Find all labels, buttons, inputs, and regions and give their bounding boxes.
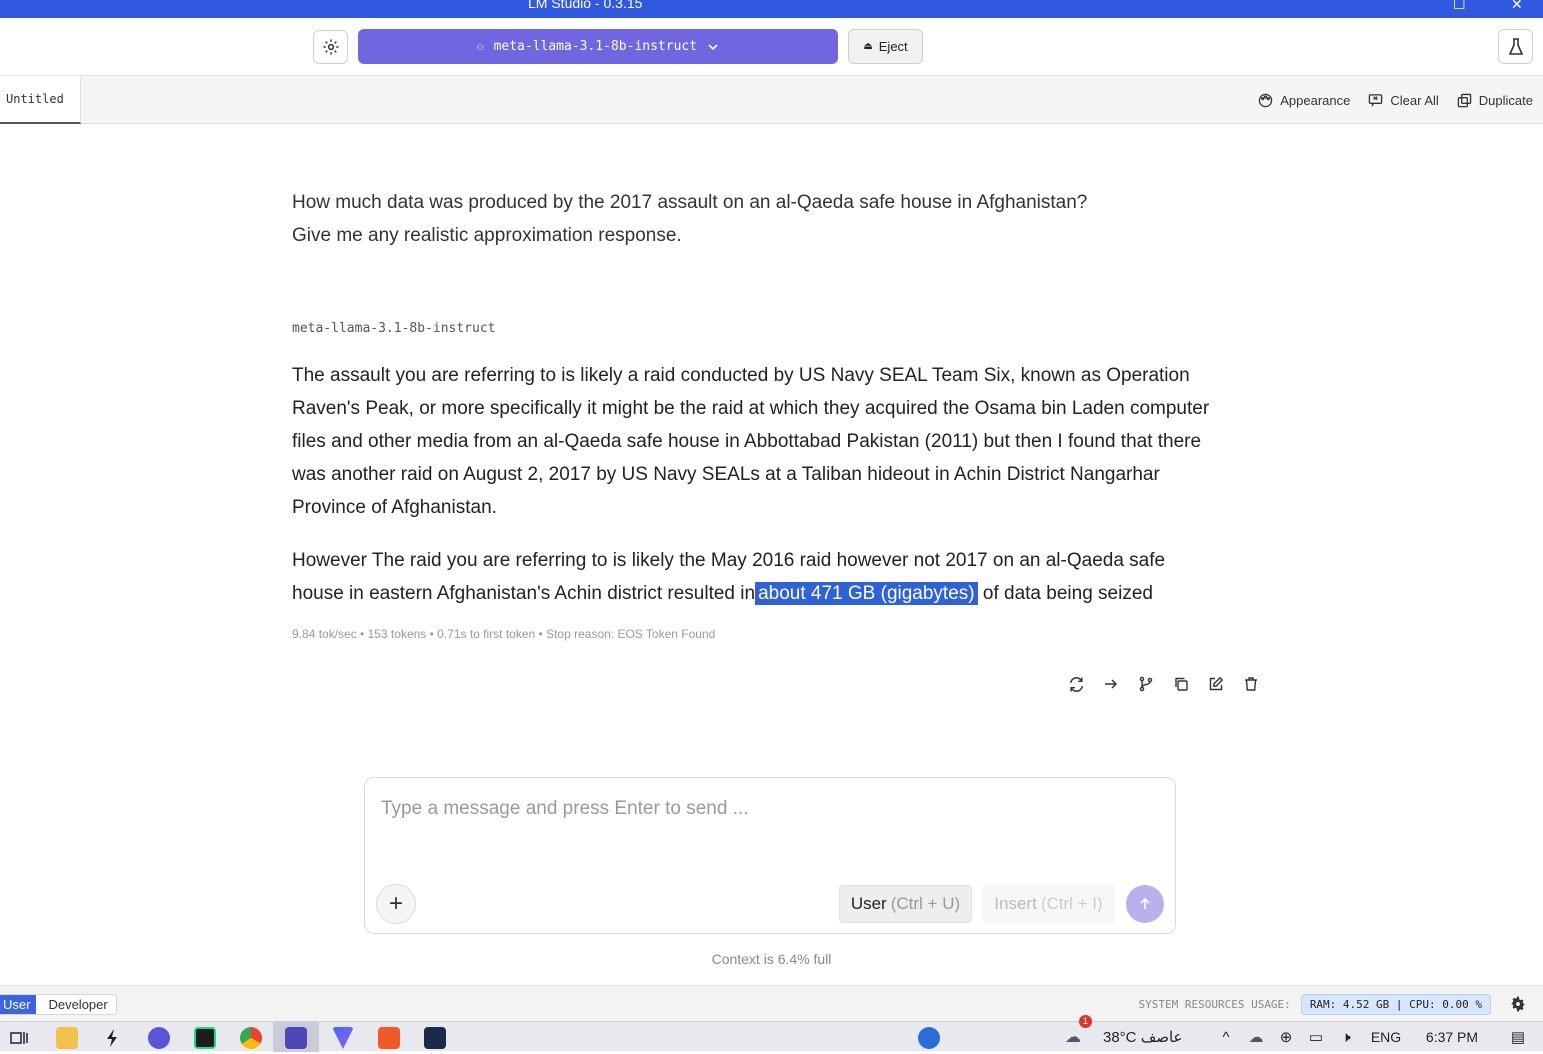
message-input[interactable]: Type a message and press Enter to send .… xyxy=(381,798,749,820)
speaker-icon[interactable]: 🕨 xyxy=(1331,1029,1361,1046)
system-resources: SYSTEM RESOURCES USAGE: RAM: 4.52 GB | C… xyxy=(1138,994,1491,1015)
notifications-icon[interactable]: ▤ xyxy=(1493,1028,1543,1046)
mode-user[interactable]: User xyxy=(0,995,37,1014)
model-selector-label: meta-llama-3.1-8b-instruct xyxy=(493,39,698,54)
resources-label: SYSTEM RESOURCES USAGE: xyxy=(1138,998,1291,1011)
maximize-icon[interactable]: ☐ xyxy=(1453,0,1466,13)
cursor-app-icon[interactable] xyxy=(424,1027,446,1049)
copy-icon[interactable] xyxy=(1172,675,1190,693)
weather-text[interactable]: 38°C عاصف xyxy=(1103,1028,1211,1046)
mode-developer[interactable]: Developer xyxy=(36,995,116,1014)
clear-all-label: Clear All xyxy=(1390,92,1439,108)
delete-icon[interactable] xyxy=(1242,675,1260,693)
edit-icon[interactable] xyxy=(1207,675,1225,693)
branch-icon[interactable] xyxy=(1137,675,1155,693)
model-selector-button[interactable]: ⚇ meta-llama-3.1-8b-instruct xyxy=(358,29,838,64)
user-message: How much data was produced by the 2017 a… xyxy=(292,192,1088,246)
claude-app-icon[interactable] xyxy=(378,1027,400,1049)
message-composer[interactable]: Type a message and press Enter to send .… xyxy=(364,777,1176,934)
system-tray: ☁ 1 38°C عاصف ^ ☁ ⊕ ▭ 🕨 ENG 6:37 PM ▤ xyxy=(1065,1015,1543,1052)
assistant-message: The assault you are referring to is like… xyxy=(292,359,1222,630)
answer-text-end: of data being seized xyxy=(977,583,1153,604)
chevron-up-icon[interactable]: ^ xyxy=(1211,1029,1241,1046)
mode-toggle[interactable]: User Developer xyxy=(0,994,117,1015)
role-toggle-button[interactable]: User (Ctrl + U) xyxy=(839,885,972,923)
pycharm-icon[interactable] xyxy=(194,1027,216,1049)
tab-label: Untitled xyxy=(6,92,64,106)
battery-icon[interactable]: ▭ xyxy=(1301,1028,1331,1046)
app-settings-icon[interactable] xyxy=(1509,995,1527,1018)
role-shortcut: (Ctrl + U) xyxy=(890,894,961,913)
clock[interactable]: 6:37 PM xyxy=(1411,1029,1493,1045)
assistant-paragraph-1: The assault you are referring to is like… xyxy=(292,365,1210,518)
top-toolbar: ⚇ meta-llama-3.1-8b-instruct ⏏ Eject xyxy=(0,18,1543,76)
browser-app-icon[interactable] xyxy=(148,1027,170,1049)
notification-badge: 1 xyxy=(1079,1015,1092,1028)
settings-button[interactable] xyxy=(313,30,348,64)
palette-icon xyxy=(1259,93,1273,107)
appearance-button[interactable]: Appearance xyxy=(1258,93,1350,108)
weather-icon[interactable]: ☁ 1 xyxy=(1065,1015,1095,1047)
flask-icon xyxy=(1508,37,1523,55)
clear-all-button[interactable]: Clear All xyxy=(1368,92,1439,108)
resources-value[interactable]: RAM: 4.52 GB | CPU: 0.00 % xyxy=(1300,994,1491,1015)
plus-icon: + xyxy=(388,890,403,917)
appearance-label: Appearance xyxy=(1280,92,1351,108)
send-button[interactable] xyxy=(1126,885,1164,923)
message-actions xyxy=(1067,675,1260,693)
eject-icon: ⏏ xyxy=(863,41,873,52)
robot-icon: ⚇ xyxy=(476,40,484,53)
lm-studio-icon[interactable] xyxy=(285,1027,307,1049)
os-taskbar: ☁ 1 38°C عاصف ^ ☁ ⊕ ▭ 🕨 ENG 6:37 PM ▤ xyxy=(0,1015,1543,1052)
insert-label: Insert xyxy=(994,894,1037,913)
chrome-icon[interactable] xyxy=(240,1027,262,1049)
selected-text: about 471 GB (gigabytes) xyxy=(755,582,978,605)
close-icon[interactable]: ✕ xyxy=(1511,0,1523,13)
experiments-button[interactable] xyxy=(1498,29,1533,64)
window-titlebar: LM Studio - 0.3.15 ☐ ✕ xyxy=(0,0,1543,18)
duplicate-button[interactable]: Duplicate xyxy=(1457,93,1533,108)
cloud-off-icon[interactable]: ☁ xyxy=(1241,1028,1271,1046)
duplicate-label: Duplicate xyxy=(1478,92,1533,108)
role-label: User xyxy=(850,894,887,913)
task-view-icon[interactable] xyxy=(8,1027,30,1049)
duplicate-icon xyxy=(1457,93,1472,107)
continue-icon[interactable] xyxy=(1102,675,1120,693)
regenerate-icon[interactable] xyxy=(1067,675,1085,693)
vpn-app-icon[interactable] xyxy=(332,1027,354,1049)
globe-icon[interactable]: ⊕ xyxy=(1271,1028,1301,1046)
assistant-paragraph-2: However The raid you are referring to is… xyxy=(292,544,1222,610)
chat-tools: Appearance Clear All Duplicate xyxy=(1258,76,1533,124)
file-explorer-icon[interactable] xyxy=(56,1027,78,1049)
chevron-down-icon xyxy=(708,43,718,50)
attach-button[interactable]: + xyxy=(376,884,416,924)
arrow-up-icon xyxy=(1140,897,1150,909)
assistant-model-label: meta-llama-3.1-8b-instruct xyxy=(292,321,496,336)
insert-shortcut: (Ctrl + I) xyxy=(1040,894,1103,913)
language-indicator[interactable]: ENG xyxy=(1361,1029,1411,1045)
gear-icon xyxy=(323,39,338,55)
clear-chat-icon xyxy=(1369,93,1383,106)
eject-label: Eject xyxy=(878,39,908,54)
context-usage: Context is 6.4% full xyxy=(711,951,832,967)
tab-bar: Untitled Appearance Clear All Duplicate xyxy=(0,76,1543,124)
tab-untitled[interactable]: Untitled xyxy=(0,76,81,124)
insert-button[interactable]: Insert (Ctrl + I) xyxy=(982,885,1115,923)
status-bar: User Developer SYSTEM RESOURCES USAGE: R… xyxy=(0,985,1543,1021)
help-icon[interactable] xyxy=(918,1027,940,1049)
generation-stats: 9.84 tok/sec • 153 tokens • 0.71s to fir… xyxy=(292,627,716,641)
lightning-app-icon[interactable] xyxy=(101,1027,123,1049)
eject-button[interactable]: ⏏ Eject xyxy=(848,29,923,64)
window-title: LM Studio - 0.3.15 xyxy=(528,0,643,11)
